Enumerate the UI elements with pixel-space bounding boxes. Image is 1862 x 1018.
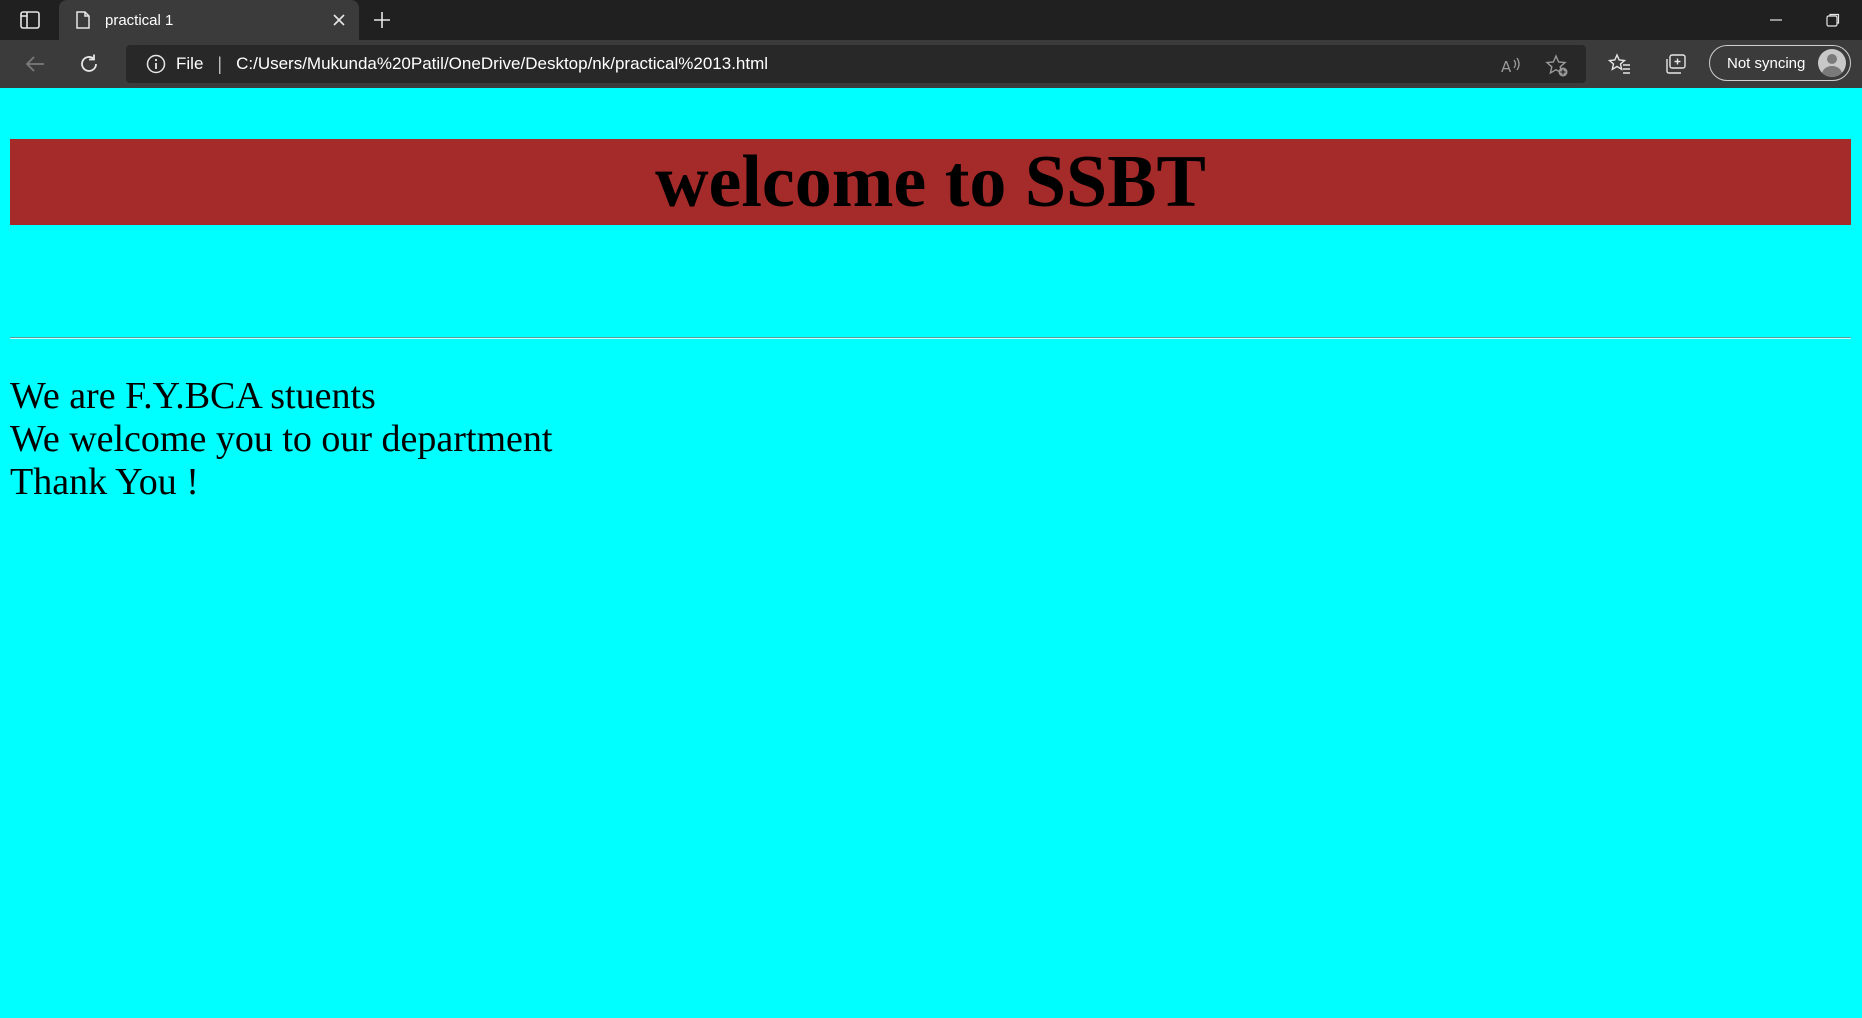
close-icon[interactable] — [327, 8, 351, 32]
tab-practical-1[interactable]: practical 1 — [59, 0, 359, 40]
tab-actions-icon[interactable] — [16, 8, 44, 32]
refresh-icon[interactable] — [73, 50, 105, 78]
url-text[interactable]: C:/Users/Mukunda%20Patil/OneDrive/Deskto… — [236, 54, 768, 74]
page-heading: welcome to SSBT — [655, 141, 1206, 223]
add-favorite-icon[interactable] — [1545, 54, 1569, 78]
favorites-icon[interactable] — [1606, 50, 1634, 78]
info-icon[interactable] — [146, 54, 166, 74]
address-separator: | — [217, 53, 223, 74]
svg-text:A: A — [1501, 58, 1512, 76]
tab-title: practical 1 — [105, 11, 174, 29]
heading-banner: welcome to SSBT — [10, 139, 1851, 225]
text-line: Thank You ! — [10, 461, 199, 503]
back-arrow-icon[interactable] — [19, 50, 51, 78]
read-aloud-icon[interactable]: A — [1499, 54, 1523, 78]
collections-icon[interactable] — [1662, 50, 1690, 78]
text-line: We welcome you to our department — [10, 418, 553, 460]
browser-toolbar: File | C:/Users/Mukunda%20Patil/OneDrive… — [0, 40, 1862, 88]
text-line: We are F.Y.BCA stuents — [10, 375, 376, 417]
restore-icon[interactable] — [1813, 6, 1853, 34]
profile-label: Not syncing — [1727, 54, 1806, 72]
document-icon — [75, 11, 91, 29]
page-content: welcome to SSBT We are F.Y.BCA stuents W… — [0, 88, 1862, 1018]
tab-strip: practical 1 — [0, 0, 1862, 40]
minimize-icon[interactable] — [1756, 6, 1796, 34]
address-bar[interactable]: File | C:/Users/Mukunda%20Patil/OneDrive… — [126, 45, 1586, 83]
scheme-label: File — [176, 54, 204, 73]
plus-icon[interactable] — [368, 6, 396, 34]
body-text: We are F.Y.BCA stuents We welcome you to… — [10, 375, 552, 504]
horizontal-rule — [10, 337, 1851, 339]
profile-button[interactable]: Not syncing — [1709, 45, 1851, 81]
avatar — [1818, 49, 1846, 77]
